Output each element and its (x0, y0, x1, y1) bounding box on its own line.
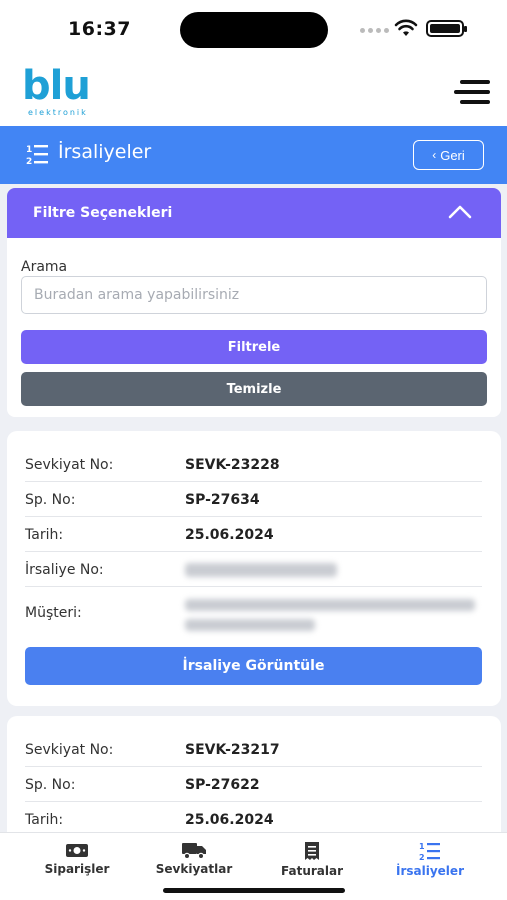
tab-invoices[interactable]: Faturalar (257, 841, 367, 878)
page-title: İrsaliyeler (58, 141, 152, 163)
date-row: Tarih: 25.06.2024 (25, 517, 482, 552)
waybill-card: Sevkiyat No: SEVK-23217 Sp. No: SP-27622… (7, 716, 501, 846)
filter-panel-title: Filtre Seçenekleri (33, 205, 173, 221)
tab-orders[interactable]: Siparişler (22, 841, 132, 876)
shipment-number: SEVK-23228 (185, 457, 280, 473)
date-value: 25.06.2024 (185, 812, 274, 828)
list-ordered-icon: 1 2 (419, 842, 440, 861)
waybill-label: İrsaliye No: (25, 562, 104, 578)
dynamic-island (180, 12, 328, 48)
svg-text:1: 1 (419, 842, 425, 851)
customer-row: Müşteri: (25, 587, 482, 639)
shipment-label: Sevkiyat No: (25, 742, 114, 758)
clear-button[interactable]: Temizle (21, 372, 487, 406)
order-label: Sp. No: (25, 492, 76, 508)
status-bar: 16:37 (0, 0, 507, 58)
search-label: Arama (21, 259, 68, 275)
order-number: SP-27622 (185, 777, 260, 793)
tab-waybills[interactable]: 1 2 İrsaliyeler (375, 841, 485, 878)
waybill-row: İrsaliye No: (25, 552, 482, 587)
waybill-card: Sevkiyat No: SEVK-23228 Sp. No: SP-27634… (7, 431, 501, 706)
tab-waybills-label: İrsaliyeler (396, 864, 464, 878)
date-value: 25.06.2024 (185, 527, 274, 543)
back-button-label: Geri (440, 147, 465, 163)
shipment-label: Sevkiyat No: (25, 457, 114, 473)
status-time: 16:37 (68, 18, 131, 40)
app-header: blu elektronik (0, 58, 507, 126)
svg-text:2: 2 (26, 157, 32, 166)
home-indicator[interactable] (163, 888, 345, 893)
order-row: Sp. No: SP-27634 (25, 482, 482, 517)
logo-wordmark: blu (22, 63, 91, 109)
order-label: Sp. No: (25, 777, 76, 793)
chevron-left-icon: ‹ (432, 148, 437, 162)
tab-orders-label: Siparişler (44, 862, 110, 876)
date-label: Tarih: (25, 527, 64, 543)
filter-button[interactable]: Filtrele (21, 330, 487, 364)
tab-invoices-label: Faturalar (280, 864, 343, 878)
list-ordered-icon: 1 2 (26, 145, 48, 166)
svg-text:1: 1 (26, 145, 32, 155)
shipment-row: Sevkiyat No: SEVK-23228 (25, 447, 482, 482)
wifi-icon (394, 19, 418, 36)
logo-tagline: elektronik (28, 108, 88, 117)
hamburger-menu-icon[interactable] (454, 80, 490, 104)
waybill-number-redacted (185, 563, 337, 577)
filter-panel-header[interactable]: Filtre Seçenekleri (7, 188, 501, 238)
truck-icon (182, 843, 206, 859)
date-label: Tarih: (25, 812, 64, 828)
money-icon (66, 844, 88, 857)
view-waybill-button[interactable]: İrsaliye Görüntüle (25, 647, 482, 685)
svg-text:2: 2 (419, 853, 425, 861)
customer-name-redacted-line-2 (185, 619, 315, 631)
order-number: SP-27634 (185, 492, 260, 508)
tab-shipments[interactable]: Sevkiyatlar (139, 841, 249, 876)
back-button[interactable]: ‹ Geri (413, 140, 484, 170)
customer-name-redacted (185, 599, 475, 611)
brand-logo[interactable]: blu elektronik (22, 64, 102, 122)
signal-icon (360, 28, 389, 33)
filter-panel: Filtre Seçenekleri Arama Filtrele Temizl… (7, 188, 501, 417)
order-row: Sp. No: SP-27622 (25, 767, 482, 802)
customer-label: Müşteri: (25, 605, 82, 621)
tab-shipments-label: Sevkiyatlar (155, 862, 233, 876)
receipt-icon (305, 842, 319, 860)
battery-icon (426, 20, 467, 37)
search-input[interactable] (21, 276, 487, 314)
shipment-number: SEVK-23217 (185, 742, 280, 758)
chevron-up-icon[interactable] (448, 203, 472, 221)
shipment-row: Sevkiyat No: SEVK-23217 (25, 732, 482, 767)
